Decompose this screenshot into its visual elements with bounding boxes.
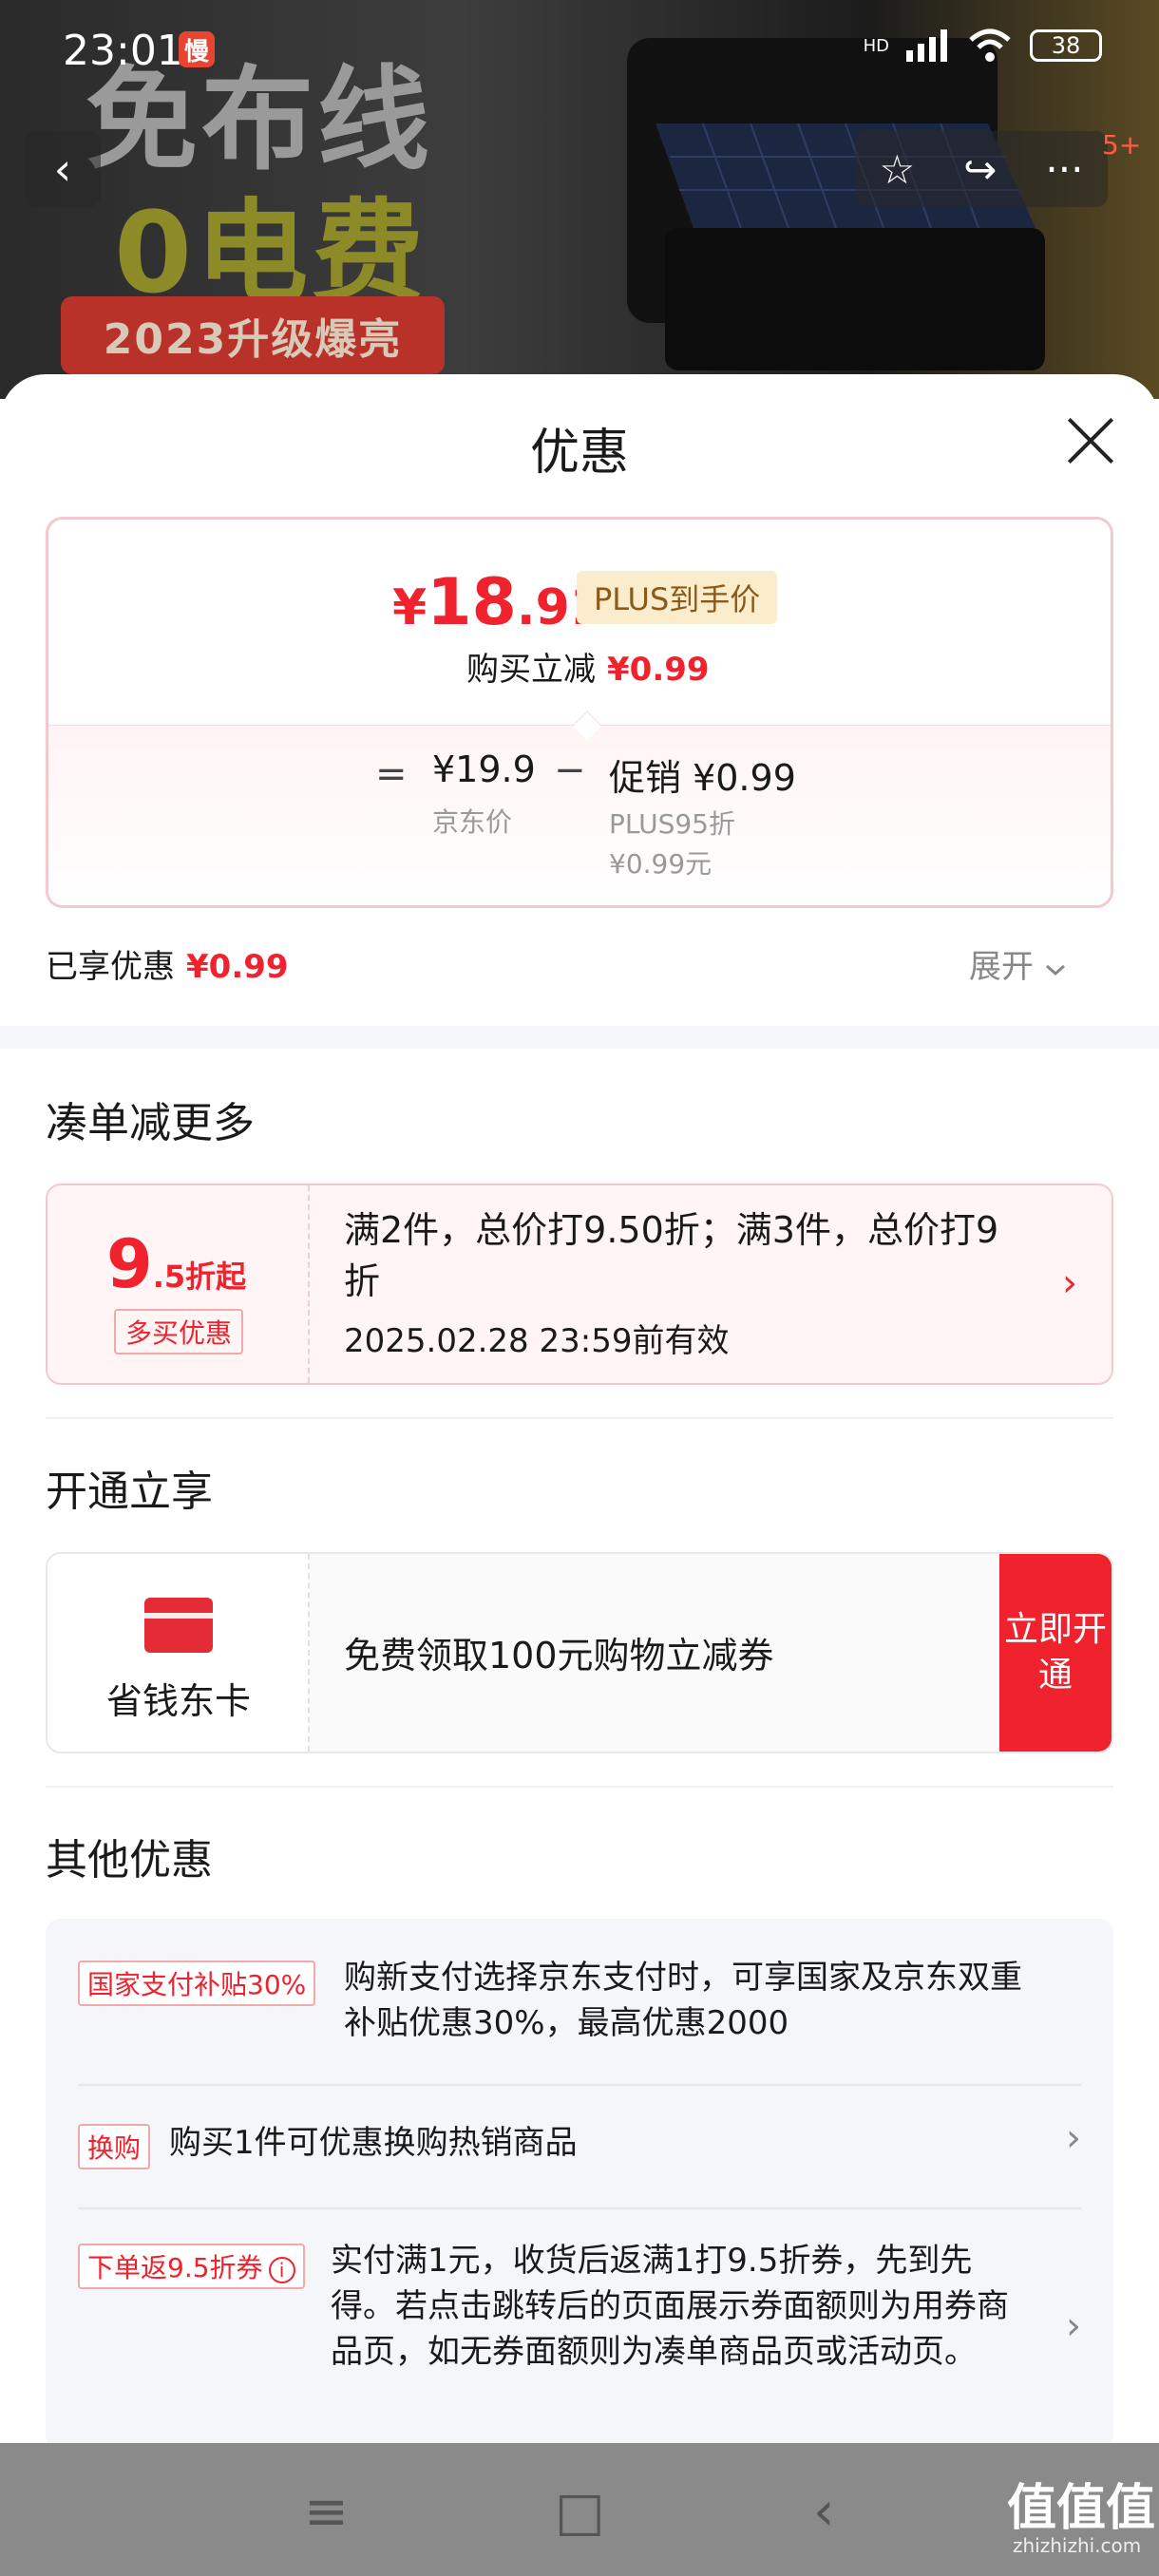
trade-in-text: 购买1件可优惠换购热销商品 [169,2124,578,2162]
section-separator [46,1786,1113,1788]
system-navigation-bar: ≡ □ ‹ [0,2443,1159,2576]
promo-discount: 促销 ¥0.99 [609,757,796,799]
wifi-icon [969,28,1011,62]
expand-label: 展开 [969,948,1034,986]
coupon-discount: 9.5折起 [106,1225,246,1303]
subsidy-tag: 国家支付补贴30% [78,1960,316,2006]
equals-sign: = [375,752,408,796]
coupon-return-row[interactable]: 下单返9.5折券 i 实付满1元，收货后返满1打9.5折券，先到先得。若点击跳转后… [46,2209,1113,2443]
chevron-right-icon: › [1066,2304,1081,2348]
jd-price: ¥19.9 [432,748,536,790]
chevron-right-icon: › [1062,1261,1077,1305]
chevron-right-icon: › [1066,2116,1081,2160]
price-integer: 18 [427,565,517,640]
coupon-return-text: 实付满1元，收货后返满1打9.5折券，先到先得。若点击跳转后的页面展示券面额则为… [331,2242,1009,2371]
price-breakdown-card: ¥18.91 PLUS到手价 购买立减 ¥0.99 = ¥19.9 京东价 − 促… [46,517,1113,908]
status-time: 23:01 [63,27,183,75]
plus-price-badge: PLUS到手价 [577,571,778,624]
savings-card-name: 省钱东卡 [105,1680,251,1722]
watermark-url: zhizhizhi.com [1013,2534,1142,2557]
top-action-group: ☆ ↪ ··· [855,131,1108,207]
price-currency: ¥ [392,579,428,636]
trade-in-tag: 换购 [78,2124,151,2169]
status-bar: 23:01 慢 HD 38 [0,0,1159,104]
multi-buy-coupon[interactable]: 9.5折起 多买优惠 满2件，总价打9.50折；满3件，总价打9折 2025.0… [46,1184,1113,1385]
battery-indicator: 38 [1030,29,1102,62]
info-icon[interactable]: i [268,2257,295,2283]
system-back-icon[interactable]: ‹ [813,2481,834,2543]
trade-in-row[interactable]: 换购 购买1件可优惠换购热销商品 › [46,2086,1113,2207]
membership-section-title: 开通立享 [46,1468,213,1516]
section-divider [0,1026,1159,1049]
notification-badge: 慢 [179,31,215,67]
discount-sheet: 优惠 ¥18.91 PLUS到手价 购买立减 ¥0.99 = ¥19.9 京东价 … [0,374,1159,2443]
chevron-down-icon [1045,964,1065,976]
reduction-amount: ¥0.99 [607,651,710,689]
coupon-return-tag-label: 下单返9.5折券 [87,2252,263,2283]
multi-buy-tag: 多买优惠 [114,1309,244,1354]
watermark-logo: 值值值 [1007,2480,1156,2537]
coupon-description: 满2件，总价打9.50折；满3件，总价打9折 [344,1209,999,1302]
favorite-star-icon[interactable]: ☆ [880,146,916,193]
credit-card-icon [144,1598,213,1653]
sheet-title: 优惠 [529,425,629,482]
more-icon[interactable]: ··· [1045,146,1083,193]
other-offers-list: 国家支付补贴30% 购新支付选择京东支付时，可享国家及京东双重补贴优惠30%，最… [46,1919,1113,2443]
savings-card-left: 省钱东卡 [48,1554,310,1752]
price-summary: ¥18.91 PLUS到手价 购买立减 ¥0.99 [48,520,1111,725]
banner-tag: 2023升级爆亮 [61,296,445,374]
expand-toggle[interactable]: 展开 [969,940,1067,987]
share-icon[interactable]: ↪ [963,146,997,193]
promo-detail-amount: ¥0.99元 [609,848,712,880]
jd-price-label: 京东价 [432,806,513,838]
minus-sign: − [554,748,586,792]
promo-detail: PLUS95折 [609,808,735,840]
coupon-left: 9.5折起 多买优惠 [48,1185,310,1383]
enjoyed-amount: ¥0.99 [186,948,289,986]
status-icons: HD 38 [864,28,1102,63]
menu-icon[interactable]: ≡ [304,2481,349,2543]
coupon-validity: 2025.02.28 23:59前有效 [344,1322,730,1360]
enjoyed-discount: 已享优惠 ¥0.99 [46,940,289,987]
final-price: ¥18.91 [392,565,604,640]
discount-suffix: .5折起 [152,1259,247,1295]
close-icon[interactable] [1062,412,1119,469]
network-label: HD [863,35,889,56]
combine-section-title: 凑单减更多 [46,1099,255,1147]
other-section-title: 其他优惠 [46,1836,213,1885]
price-formula: = ¥19.9 京东价 − 促销 ¥0.99 PLUS95折 ¥0.99元 [48,725,1111,905]
section-separator [46,1417,1113,1419]
instant-reduction: 购买立减 ¥0.99 [466,643,710,690]
discount-number: 9 [106,1225,153,1303]
savings-card-description: 免费领取100元购物立减券 [344,1635,774,1676]
coupon-return-tag: 下单返9.5折券 i [78,2244,305,2289]
enjoyed-label: 已享优惠 [46,948,175,986]
message-count-badge: 5+ [1102,129,1142,161]
signal-icon [906,29,947,62]
subsidy-text: 购新支付选择京东支付时，可享国家及京东双重补贴优惠30%，最高优惠2000 [344,1959,1022,2042]
open-now-button[interactable]: 立即开通 [999,1554,1112,1752]
back-button[interactable]: ‹ [25,131,101,207]
home-icon[interactable]: □ [555,2481,605,2543]
savings-card-offer: 省钱东卡 免费领取100元购物立减券 立即开通 [46,1552,1113,1753]
reduction-label: 购买立减 [466,651,596,689]
chevron-left-icon: ‹ [53,143,72,195]
